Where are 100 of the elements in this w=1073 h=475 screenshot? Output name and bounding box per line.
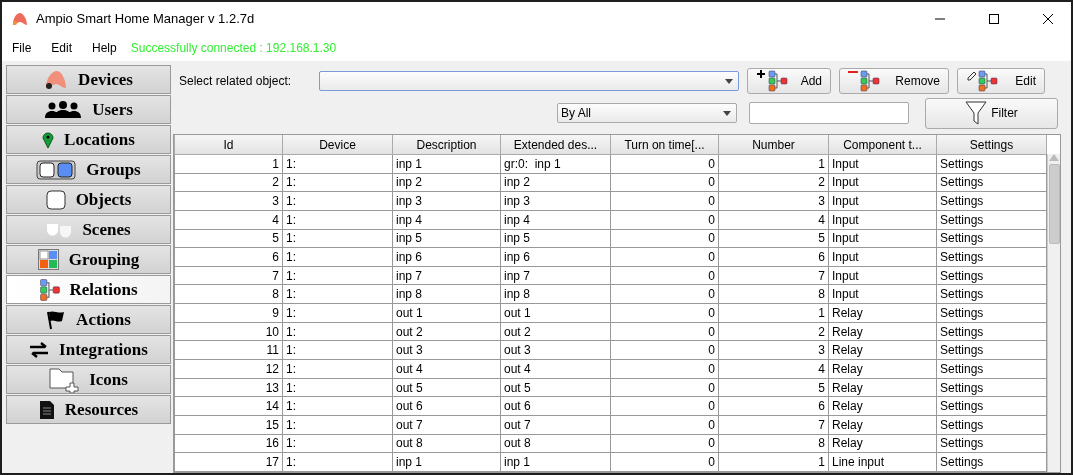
sidebar-item[interactable]: Actions — [6, 305, 171, 334]
column-header[interactable]: Turn on time[... — [610, 135, 719, 155]
related-object-dropdown[interactable] — [319, 71, 739, 91]
flag-icon — [46, 309, 67, 330]
sidebar-item[interactable]: Icons — [6, 365, 171, 394]
connection-status: Successfully connected : 192.168.1.30 — [130, 41, 337, 55]
table-cell: 0 — [610, 154, 719, 174]
table-cell: 1 — [718, 303, 829, 323]
table-cell: inp 1 — [392, 154, 501, 174]
table-cell: 3 — [718, 191, 829, 211]
table-cell: 6 — [718, 247, 829, 267]
table-cell: out 1 — [500, 303, 611, 323]
sidebar-item[interactable]: Locations — [6, 125, 171, 154]
sidebar-item[interactable]: Objects — [6, 185, 171, 214]
menu-item[interactable]: File — [12, 41, 32, 55]
add-button[interactable]: Add — [747, 68, 831, 94]
table-cell: out 3 — [500, 340, 611, 360]
filter-field[interactable] — [749, 102, 909, 124]
sidebar-item[interactable]: Devices — [6, 65, 171, 94]
table-cell: inp 6 — [500, 247, 611, 267]
column-header[interactable]: Description — [392, 135, 501, 155]
table-cell: 1: — [282, 378, 393, 397]
column-header[interactable]: Component t... — [828, 135, 937, 155]
table-cell: Input — [828, 285, 937, 304]
table-cell: 1: — [282, 322, 393, 341]
table-cell: 7 — [718, 415, 829, 435]
table-cell: 0 — [610, 378, 719, 397]
sidebar-item[interactable]: Groups — [6, 155, 171, 184]
swap-arrows-icon — [29, 341, 50, 358]
table-cell: 0 — [610, 452, 719, 472]
table-cell: Relay — [828, 434, 937, 453]
window-title: Ampio Smart Home Manager v 1.2.7d — [36, 11, 256, 26]
table-cell: out 2 — [392, 322, 501, 341]
table-cell: out 7 — [392, 415, 501, 435]
table-cell: 0 — [610, 359, 719, 379]
sidebar-item[interactable]: Grouping — [6, 245, 171, 274]
table-cell: 1: — [282, 285, 393, 304]
table-cell: 1: — [282, 415, 393, 435]
maximize-icon — [989, 13, 999, 24]
table-cell: 2 — [174, 173, 283, 192]
sidebar-label: Resources — [64, 399, 139, 420]
scrollbar[interactable] — [1047, 154, 1060, 472]
sidebar-item[interactable]: Scenes — [6, 215, 171, 244]
table-cell: inp 7 — [500, 266, 611, 285]
table-cell: Settings — [936, 266, 1047, 285]
table-cell: 1: — [282, 173, 393, 192]
sidebar-item[interactable]: Relations — [6, 275, 171, 304]
funnel-icon — [965, 101, 988, 125]
column-header[interactable]: Extended des... — [500, 135, 611, 155]
table-cell: inp 5 — [500, 229, 611, 248]
table-cell: 1: — [282, 359, 393, 379]
table-cell: 8 — [718, 285, 829, 304]
sidebar-label: Grouping — [68, 249, 140, 270]
table-cell: inp 3 — [500, 191, 611, 211]
field-label: Select related object: — [179, 74, 293, 88]
filter-button[interactable]: Filter — [925, 97, 1058, 129]
sidebar-item[interactable]: Resources — [6, 395, 171, 424]
table-cell: 1: — [282, 191, 393, 211]
edit-button[interactable]: Edit — [957, 68, 1045, 94]
sidebar-item[interactable]: Integrations — [6, 335, 171, 364]
table-cell: inp 4 — [500, 210, 611, 230]
remove-button[interactable]: Remove — [839, 68, 949, 94]
folder-add-icon — [49, 366, 80, 393]
table-cell: Settings — [936, 322, 1047, 341]
table-cell: out 1 — [392, 303, 501, 323]
column-header[interactable]: Number — [718, 135, 829, 155]
column-header[interactable]: Settings — [936, 135, 1047, 155]
table-cell: Input — [828, 173, 937, 192]
scrollbar-thumb[interactable] — [1048, 164, 1060, 244]
table-cell: inp 7 — [392, 266, 501, 285]
table-cell: gr:0: inp 1 — [500, 154, 611, 174]
sidebar-label: Groups — [86, 159, 141, 180]
table-cell: 1: — [282, 210, 393, 230]
table-cell: inp 8 — [392, 285, 501, 304]
table-cell: 10 — [174, 322, 283, 341]
sidebar-label: Integrations — [59, 339, 148, 360]
table-cell: inp 4 — [392, 210, 501, 230]
table-cell: 5 — [174, 229, 283, 248]
table-cell: 1: — [282, 396, 393, 416]
table-cell: Line input — [828, 452, 937, 472]
table-cell: 6 — [718, 396, 829, 416]
table-cell: 4 — [718, 210, 829, 230]
menu-item[interactable]: Help — [92, 41, 117, 55]
table-cell: out 2 — [500, 322, 611, 341]
table-cell: 11 — [174, 340, 283, 360]
sidebar-item[interactable]: Users — [6, 95, 171, 124]
menu-item[interactable]: Edit — [51, 41, 73, 55]
table-cell: Relay — [828, 322, 937, 341]
users-icon — [44, 99, 83, 120]
tiles-icon — [37, 249, 59, 270]
table-cell: 1 — [174, 154, 283, 174]
table-cell: 16 — [174, 434, 283, 453]
table-cell: 1: — [282, 452, 393, 472]
sidebar-label: Users — [92, 99, 133, 120]
table-cell: Settings — [936, 378, 1047, 397]
table-cell: 4 — [718, 359, 829, 379]
table-cell: 0 — [610, 303, 719, 323]
column-header[interactable]: Id — [174, 135, 283, 155]
filter-mode-dropdown[interactable]: By All — [557, 103, 737, 123]
column-header[interactable]: Device — [282, 135, 393, 155]
